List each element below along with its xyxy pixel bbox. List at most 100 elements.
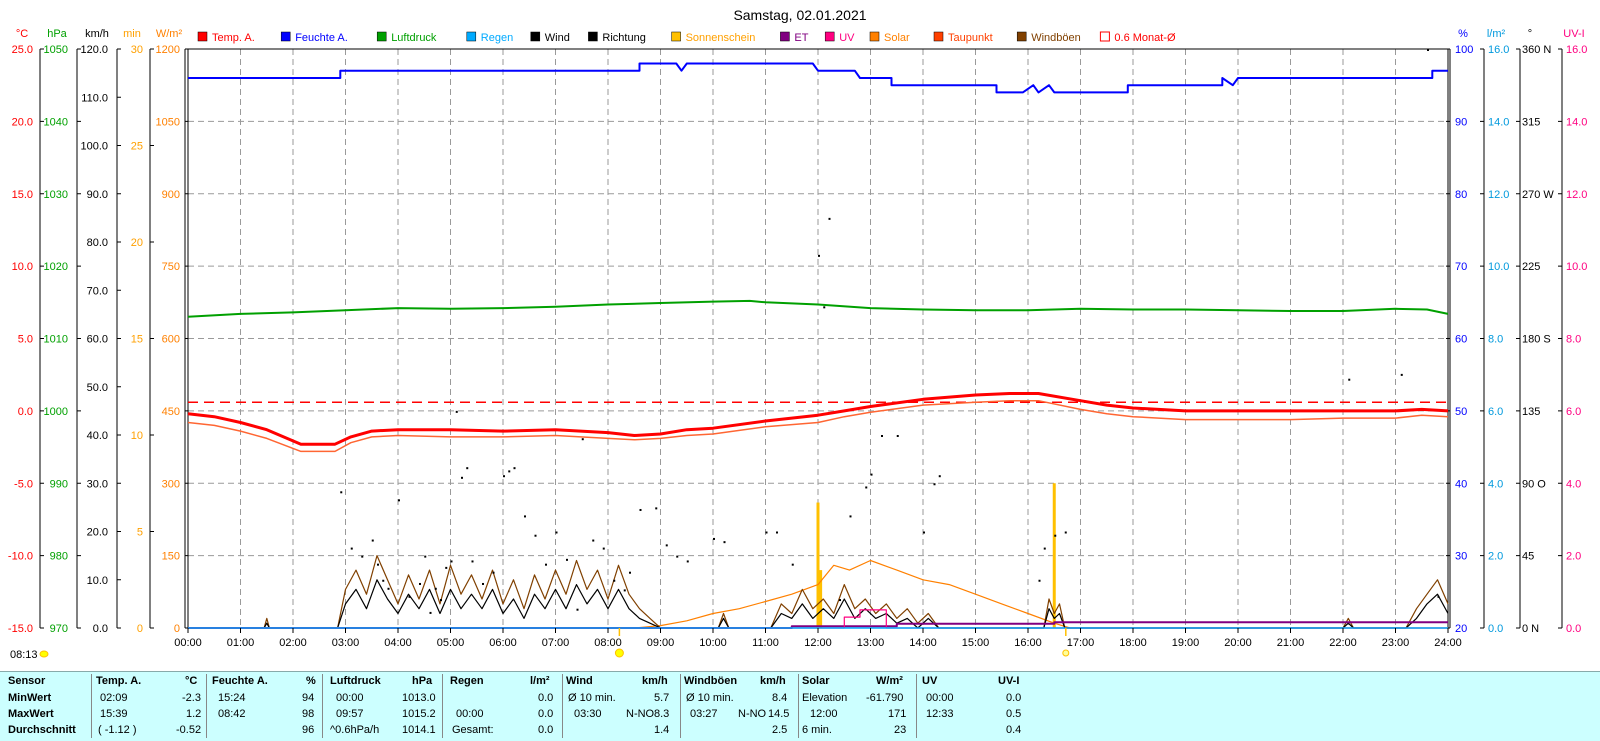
temp-tick-label: -10.0 (8, 551, 33, 563)
direction-point (665, 544, 668, 547)
direction-point (1064, 531, 1067, 534)
press-tick-label: 990 (50, 478, 68, 490)
press-trend: ^0.6hPa/h (330, 724, 380, 736)
divider (322, 674, 323, 738)
press-min: 1013.0 (402, 692, 436, 704)
sun-tick-label: 10 (131, 430, 143, 442)
press-tick-label: 1010 (44, 334, 68, 346)
rain-total-label: Gesamt: (452, 724, 494, 736)
direction-point (377, 563, 379, 566)
direction-point (923, 531, 925, 534)
wind-header: Wind (566, 675, 593, 687)
direction-point (613, 579, 616, 582)
x-tick-label: 12:00 (804, 637, 832, 649)
sun-tick-label: 5 (137, 527, 143, 539)
divider (442, 674, 443, 738)
legend-swatch (780, 31, 790, 42)
dir-tick-label: 135 (1522, 406, 1540, 418)
solar-max: 171 (888, 708, 907, 720)
hum-avg: 96 (302, 724, 315, 736)
wind-label1: Ø 10 min. (568, 692, 616, 704)
temp-tick-label: 0.0 (18, 406, 33, 418)
statistics-panel: Sensor MinWert MaxWert Durchschnitt Temp… (0, 671, 1600, 741)
wind-tick-label: 30.0 (87, 478, 108, 490)
legend-label: Richtung (602, 32, 645, 44)
wind-tick-label: 0.0 (93, 623, 108, 635)
direction-point (828, 217, 831, 220)
rain-max: 0.0 (538, 708, 554, 720)
legend-item: Temp. A. (197, 31, 255, 44)
solar-tick-label: 900 (162, 189, 180, 201)
hum-tick-label: 90 (1455, 116, 1467, 128)
dir-tick-label: 180 S (1522, 334, 1551, 346)
solar-tick-label: 150 (162, 551, 180, 563)
direction-point (776, 531, 778, 534)
uv-tick-label: 8.0 (1566, 334, 1581, 346)
axis-labels: 25.0 20.0 15.0 10.0 5.0 0.0 -5.0 -10.0 -15.0 °C 10… (8, 28, 1588, 635)
uv-min: 0.0 (1006, 692, 1022, 704)
wind-tick-label: 10.0 (87, 575, 108, 587)
direction-point (471, 560, 474, 563)
sunshine-bar (819, 570, 823, 628)
direction-point (818, 254, 820, 257)
direction-point (896, 435, 899, 437)
hum-tick-label: 30 (1455, 551, 1467, 563)
uv-min-time: 00:00 (926, 692, 954, 704)
press-tick-label: 1050 (44, 44, 68, 56)
temp-avg: -0.52 (176, 724, 202, 736)
sun-tick-label: 30 (131, 44, 143, 56)
direction-point (508, 470, 511, 473)
temp-max: 1.2 (186, 708, 202, 720)
press-avg: 1014.1 (402, 724, 436, 736)
x-tick-label: 24:00 (1434, 637, 1462, 649)
hum-tick-label: 100 (1455, 44, 1473, 56)
x-tick-label: 15:00 (962, 637, 990, 649)
dir-tick-label: 0 N (1522, 623, 1539, 635)
direction-point (445, 566, 448, 569)
direction-point (387, 587, 390, 590)
legend: Temp. A. Feuchte A. Luftdruck Regen Wind Rich… (197, 31, 1176, 44)
gust-max-dir: N-NO (738, 708, 767, 720)
x-tick-label: 02:00 (279, 637, 307, 649)
temp-tick-label: -15.0 (8, 623, 33, 635)
press-tick-label: 1000 (44, 406, 68, 418)
direction-point (555, 531, 558, 534)
legend-item: Luftdruck (376, 31, 437, 44)
wind-tick-label: 100.0 (80, 141, 108, 153)
direction-point (623, 589, 626, 592)
divider (798, 674, 799, 738)
direction-point (466, 467, 469, 470)
press-tick-label: 980 (50, 551, 68, 563)
legend-swatch (197, 31, 208, 42)
legend-label: Windböen (1031, 32, 1081, 44)
uv-max-time: 12:33 (926, 708, 954, 720)
direction-point (534, 534, 537, 537)
direction-point (350, 547, 353, 550)
press-max-time: 09:57 (336, 708, 364, 720)
direction-point (1427, 49, 1429, 51)
legend-swatch (933, 31, 944, 42)
x-tick-label: 08:00 (594, 637, 622, 649)
direction-point (765, 531, 768, 534)
direction-point (576, 608, 579, 611)
solar-tick-label: 450 (162, 406, 180, 418)
legend-swatch (588, 31, 598, 42)
dir-tick-label: 270 W (1522, 189, 1554, 201)
press-unit: hPa (412, 675, 433, 687)
direction-point (791, 563, 794, 566)
gust-unit: km/h (760, 675, 786, 687)
direction-point (419, 582, 421, 585)
solar-tick-label: 1200 (156, 44, 180, 56)
sunshine-bar (816, 502, 820, 628)
sunrise-time-label: 08:13 (10, 649, 38, 661)
solar-tick-label: 1050 (156, 116, 180, 128)
rain-tick-label: 2.0 (1488, 551, 1503, 563)
x-tick-label: 18:00 (1119, 637, 1147, 649)
wind-tick-label: 40.0 (87, 430, 108, 442)
hum-unit: % (306, 675, 316, 687)
x-tick-label: 06:00 (489, 637, 517, 649)
sunrise-sun-icon (614, 648, 624, 658)
x-tick-label: 23:00 (1382, 637, 1410, 649)
direction-point (513, 467, 516, 470)
series-line-feuchte-a- (188, 62, 1448, 94)
